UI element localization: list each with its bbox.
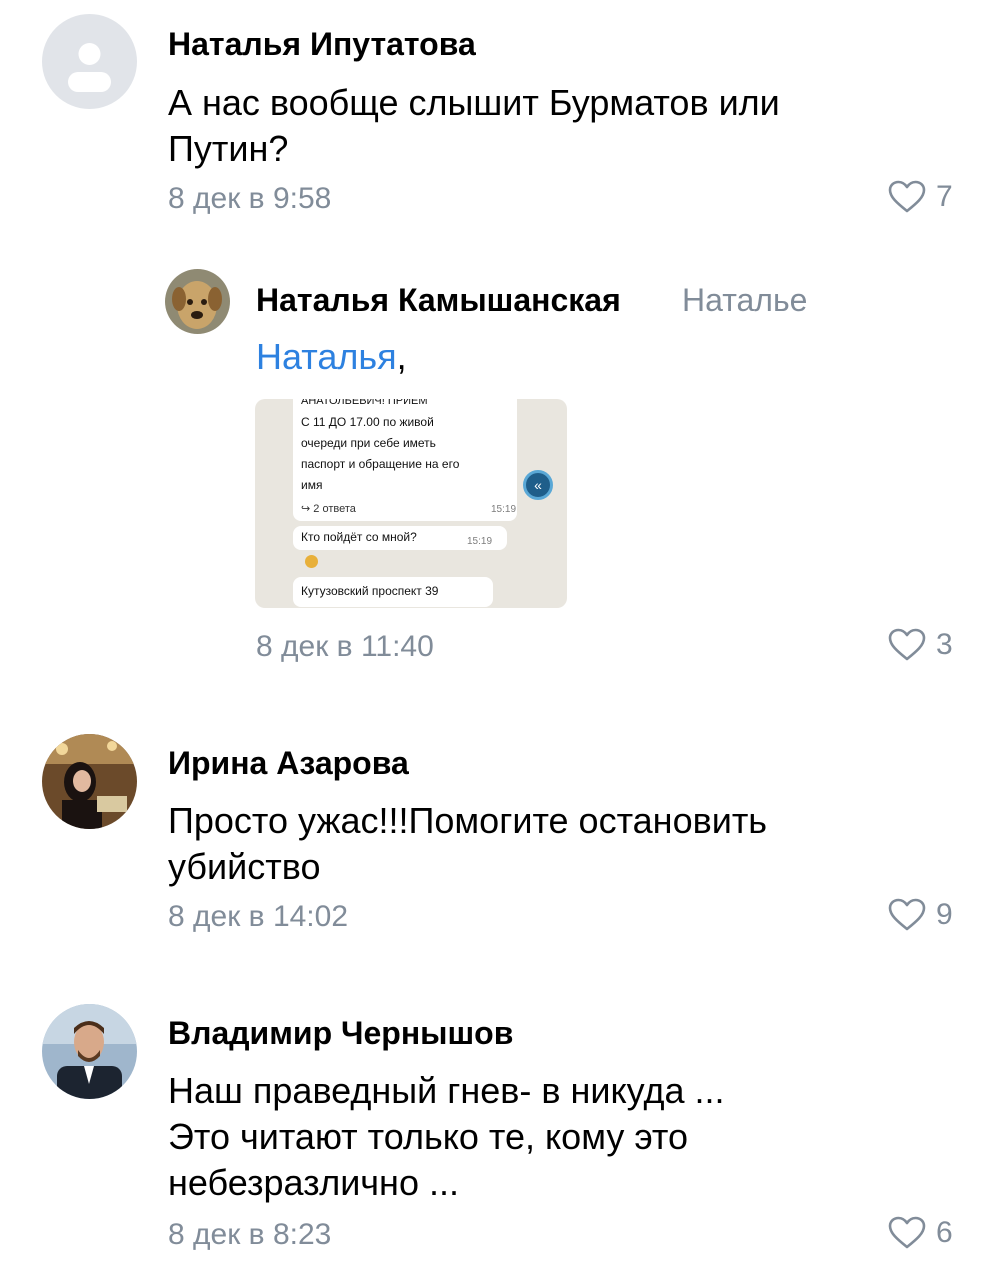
comment-text-line: Путин? (168, 128, 289, 169)
attachment-line: АНАТОЛЬЕВИЧ! ПРИЕМ (301, 399, 428, 407)
like-count: 7 (936, 180, 953, 213)
comment-author[interactable]: Ирина Азарова (168, 745, 409, 782)
like-button[interactable]: 3 (888, 628, 953, 662)
like-count: 3 (936, 628, 953, 661)
heart-icon (888, 1216, 926, 1249)
dog-photo (165, 269, 230, 334)
mention-link[interactable]: Наталья (256, 336, 397, 377)
comment-text: А нас вообще слышит Бурматов или Путин? (168, 80, 948, 172)
mention-suffix: , (396, 336, 407, 377)
comment-text-line: Просто ужас!!!Помогите остановить (168, 800, 768, 841)
like-button[interactable]: 9 (888, 898, 953, 932)
comment-text: Просто ужас!!!Помогите остановить убийст… (168, 798, 948, 890)
attached-screenshot[interactable]: АНАТОЛЬЕВИЧ! ПРИЕМ С 11 ДО 17.00 по живо… (255, 399, 567, 608)
attachment-line: имя (301, 478, 323, 492)
user-photo (42, 1004, 137, 1099)
like-count: 9 (936, 898, 953, 931)
like-count: 6 (936, 1216, 953, 1249)
avatar[interactable] (42, 734, 137, 829)
emoji-reaction (305, 555, 318, 568)
comment-time[interactable]: 8 дек в 8:23 (168, 1218, 331, 1252)
comment-author[interactable]: Владимир Чернышов (168, 1015, 513, 1052)
scroll-back-button: « (523, 470, 553, 500)
comment-text-line: убийство (168, 846, 321, 887)
user-placeholder-icon (42, 14, 137, 109)
replies-count: ↪ 2 ответа (301, 503, 356, 515)
chevrons-left-icon: « (534, 477, 542, 493)
user-photo (42, 734, 137, 829)
comment-text-line: Это читают только те, кому это (168, 1116, 689, 1157)
comment-text: Наш праведный гнев- в никуда ... Это чит… (168, 1068, 948, 1206)
attachment-line: паспорт и обращение на его (301, 457, 460, 471)
comment-time[interactable]: 8 дек в 14:02 (168, 900, 348, 934)
attachment-line: очереди при себе иметь (301, 436, 436, 450)
comment-time[interactable]: 8 дек в 11:40 (256, 630, 434, 664)
comment-text-line: небезразлично ... (168, 1162, 459, 1203)
message-time: 15:19 (491, 504, 517, 515)
comment-author[interactable]: Наталья Камышанская (256, 282, 621, 319)
avatar-placeholder[interactable] (42, 14, 137, 109)
question-text: Кто пойдёт со мной? (301, 530, 417, 544)
comment-author[interactable]: Наталья Ипутатова (168, 26, 476, 63)
avatar[interactable] (42, 1004, 137, 1099)
comment-text-line: А нас вообще слышит Бурматов или (168, 82, 780, 123)
heart-icon (888, 628, 926, 661)
like-button[interactable]: 6 (888, 1216, 953, 1250)
heart-icon (888, 180, 926, 213)
address-text: Кутузовский проспект 39 (301, 584, 439, 598)
comment-time[interactable]: 8 дек в 9:58 (168, 182, 331, 216)
comment-text-line: Наш праведный гнев- в никуда ... (168, 1070, 725, 1111)
comment-text: Наталья, (256, 334, 407, 380)
reply-to-link[interactable]: Наталье (682, 282, 807, 319)
heart-icon (888, 898, 926, 931)
attachment-line: С 11 ДО 17.00 по живой (301, 415, 434, 429)
message-time: 15:19 (467, 536, 493, 547)
like-button[interactable]: 7 (888, 180, 953, 214)
avatar[interactable] (165, 269, 230, 334)
